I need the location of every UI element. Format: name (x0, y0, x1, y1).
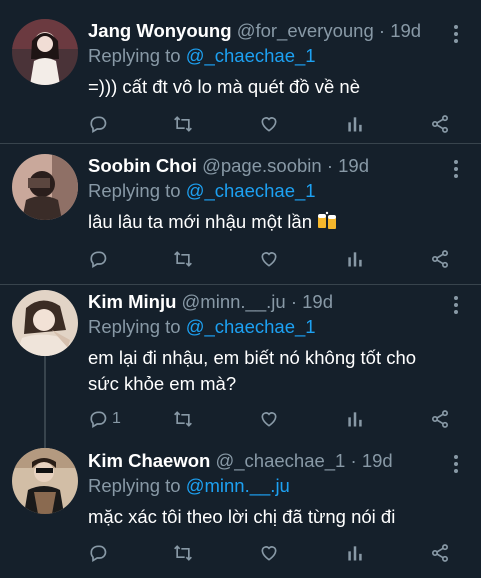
share-button[interactable] (430, 407, 450, 431)
more-icon[interactable] (453, 455, 459, 476)
timestamp[interactable]: 19d (338, 155, 369, 176)
replying-to-label: Replying to (88, 475, 186, 496)
like-button[interactable] (259, 541, 279, 565)
action-bar (88, 247, 453, 271)
avatar[interactable] (12, 19, 78, 85)
tweet-jang-wonyoung[interactable]: Jang Wonyoung @for_everyoung · 19d Reply… (0, 0, 481, 143)
tweet-kim-minju[interactable]: Kim Minju @minn.__.ju · 19d Replying to … (0, 285, 481, 440)
heart-icon (261, 546, 277, 561)
replying-to-label: Replying to (88, 180, 186, 201)
tweet-kim-chaewon[interactable]: Kim Chaewon @_chaechae_1 · 19d Replying … (0, 440, 481, 578)
display-name[interactable]: Kim Chaewon (88, 450, 210, 471)
analytics-button[interactable] (345, 247, 365, 271)
separator-dot: · (350, 450, 357, 471)
heart-icon (261, 117, 277, 132)
reply-icon (90, 411, 107, 428)
like-button[interactable] (259, 407, 279, 431)
display-name[interactable]: Kim Minju (88, 291, 176, 312)
analytics-icon (348, 252, 362, 267)
analytics-button[interactable] (345, 112, 365, 136)
replying-to: Replying to @minn.__.ju (88, 475, 290, 497)
tweet-text: =))) cất đt vô lo mà quét đồ về nè (88, 76, 360, 97)
tweet-text: em lại đi nhậu, em biết nó không tốt cho… (88, 347, 417, 394)
share-button[interactable] (430, 247, 450, 271)
more-icon[interactable] (453, 160, 459, 181)
retweet-button[interactable] (173, 112, 193, 136)
replying-to: Replying to @_chaechae_1 (88, 316, 316, 338)
analytics-icon (348, 546, 362, 561)
share-icon (432, 115, 448, 133)
heart-icon (261, 252, 277, 267)
tweet-text: mặc xác tôi theo lời chị đã từng nói đi (88, 506, 396, 527)
timestamp[interactable]: 19d (302, 291, 333, 312)
reply-count: 1 (112, 410, 121, 427)
user-handle[interactable]: @_chaechae_1 (215, 450, 345, 471)
retweet-button[interactable] (173, 541, 193, 565)
share-button[interactable] (430, 541, 450, 565)
user-handle[interactable]: @for_everyoung (237, 20, 374, 41)
user-handle[interactable]: @page.soobin (202, 155, 322, 176)
separator-dot: · (326, 155, 333, 176)
reply-button[interactable]: 1 (88, 407, 121, 431)
display-name[interactable]: Jang Wonyoung (88, 20, 232, 41)
heart-icon (261, 412, 277, 427)
replying-to: Replying to @_chaechae_1 (88, 45, 316, 67)
retweet-icon (174, 251, 192, 267)
replying-to-label: Replying to (88, 45, 186, 66)
avatar[interactable] (12, 290, 78, 356)
avatar[interactable] (12, 448, 78, 514)
separator-dot: · (378, 20, 386, 41)
reply-button[interactable] (88, 112, 112, 136)
retweet-icon (174, 411, 192, 427)
beer-mugs-emoji (316, 211, 338, 238)
timestamp[interactable]: 19d (362, 450, 393, 471)
reply-button[interactable] (88, 541, 112, 565)
reply-button[interactable] (88, 247, 112, 271)
share-icon (432, 410, 448, 428)
separator-dot: · (290, 291, 297, 312)
share-icon (432, 544, 448, 562)
like-button[interactable] (259, 247, 279, 271)
avatar[interactable] (12, 154, 78, 220)
reply-icon (90, 545, 107, 562)
reply-icon (90, 251, 107, 268)
action-bar: 1 (88, 407, 453, 431)
replying-to-mention[interactable]: @_chaechae_1 (186, 45, 316, 66)
tweet-text: lâu lâu ta mới nhậu một lần (88, 211, 312, 232)
more-icon[interactable] (453, 296, 459, 317)
retweet-button[interactable] (173, 407, 193, 431)
timestamp[interactable]: 19d (390, 20, 421, 41)
retweet-button[interactable] (173, 247, 193, 271)
display-name[interactable]: Soobin Choi (88, 155, 197, 176)
share-button[interactable] (430, 112, 450, 136)
more-icon[interactable] (453, 25, 459, 46)
action-bar (88, 541, 453, 565)
tweet-text-container: lâu lâu ta mới nhậu một lần (88, 209, 451, 238)
analytics-button[interactable] (345, 541, 365, 565)
replying-to: Replying to @_chaechae_1 (88, 180, 316, 202)
share-icon (432, 250, 448, 268)
retweet-icon (174, 545, 192, 561)
replying-to-label: Replying to (88, 316, 186, 337)
like-button[interactable] (259, 112, 279, 136)
analytics-icon (348, 117, 362, 132)
action-bar (88, 112, 453, 136)
replying-to-mention[interactable]: @_chaechae_1 (186, 180, 316, 201)
analytics-button[interactable] (345, 407, 365, 431)
retweet-icon (174, 116, 192, 132)
user-handle[interactable]: @minn.__.ju (182, 291, 286, 312)
replying-to-mention[interactable]: @minn.__.ju (186, 475, 290, 496)
analytics-icon (348, 412, 362, 427)
tweet-soobin-choi[interactable]: Soobin Choi @page.soobin · 19d Replying … (0, 144, 481, 284)
reply-icon (90, 116, 107, 133)
replying-to-mention[interactable]: @_chaechae_1 (186, 316, 316, 337)
